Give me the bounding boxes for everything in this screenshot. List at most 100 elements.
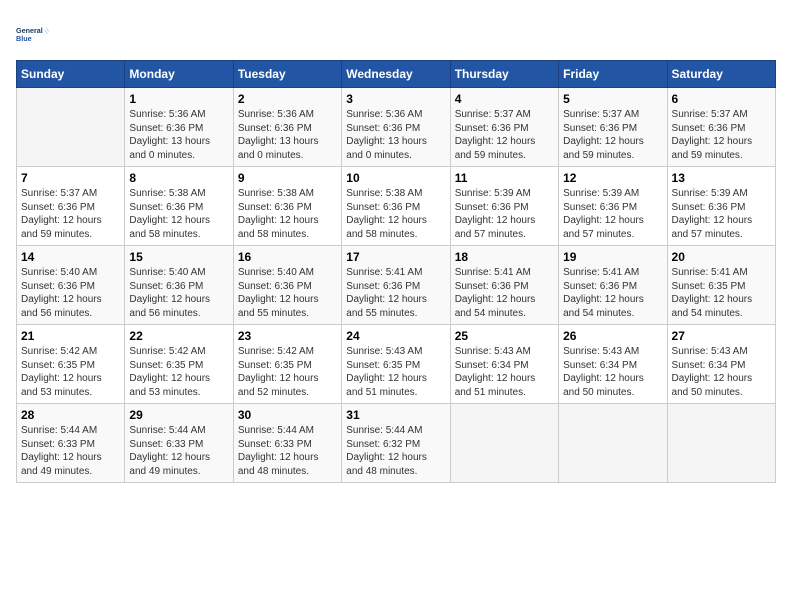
calendar-cell: 14 Sunrise: 5:40 AMSunset: 6:36 PMDayligh… [17,246,125,325]
day-of-week-header: Saturday [667,61,775,88]
day-info: Sunrise: 5:42 AMSunset: 6:35 PMDaylight:… [129,345,228,399]
calendar-cell: 7 Sunrise: 5:37 AMSunset: 6:36 PMDaylight… [17,167,125,246]
logo: GeneralBlue [16,16,52,52]
day-of-week-header: Sunday [17,61,125,88]
calendar-cell [450,404,558,483]
day-number: 18 [455,250,554,264]
day-info: Sunrise: 5:37 AMSunset: 6:36 PMDaylight:… [563,108,662,162]
day-number: 25 [455,329,554,343]
day-info: Sunrise: 5:39 AMSunset: 6:36 PMDaylight:… [672,187,771,241]
day-number: 8 [129,171,228,185]
calendar-cell: 6 Sunrise: 5:37 AMSunset: 6:36 PMDaylight… [667,88,775,167]
day-number: 14 [21,250,120,264]
day-number: 3 [346,92,445,106]
day-of-week-header: Tuesday [233,61,341,88]
day-info: Sunrise: 5:40 AMSunset: 6:36 PMDaylight:… [238,266,337,320]
calendar-cell: 4 Sunrise: 5:37 AMSunset: 6:36 PMDaylight… [450,88,558,167]
day-info: Sunrise: 5:37 AMSunset: 6:36 PMDaylight:… [21,187,120,241]
calendar-cell: 15 Sunrise: 5:40 AMSunset: 6:36 PMDayligh… [125,246,233,325]
calendar-cell: 12 Sunrise: 5:39 AMSunset: 6:36 PMDayligh… [559,167,667,246]
day-number: 5 [563,92,662,106]
day-info: Sunrise: 5:44 AMSunset: 6:33 PMDaylight:… [21,424,120,478]
day-info: Sunrise: 5:44 AMSunset: 6:33 PMDaylight:… [129,424,228,478]
calendar-cell: 28 Sunrise: 5:44 AMSunset: 6:33 PMDayligh… [17,404,125,483]
day-number: 28 [21,408,120,422]
day-number: 7 [21,171,120,185]
logo-icon: GeneralBlue [16,16,52,52]
day-info: Sunrise: 5:43 AMSunset: 6:34 PMDaylight:… [672,345,771,399]
calendar-cell: 23 Sunrise: 5:42 AMSunset: 6:35 PMDayligh… [233,325,341,404]
day-info: Sunrise: 5:37 AMSunset: 6:36 PMDaylight:… [672,108,771,162]
day-number: 19 [563,250,662,264]
day-info: Sunrise: 5:39 AMSunset: 6:36 PMDaylight:… [563,187,662,241]
calendar-header-row: SundayMondayTuesdayWednesdayThursdayFrid… [17,61,776,88]
day-info: Sunrise: 5:43 AMSunset: 6:35 PMDaylight:… [346,345,445,399]
day-info: Sunrise: 5:43 AMSunset: 6:34 PMDaylight:… [455,345,554,399]
day-number: 6 [672,92,771,106]
day-info: Sunrise: 5:44 AMSunset: 6:33 PMDaylight:… [238,424,337,478]
day-of-week-header: Thursday [450,61,558,88]
day-info: Sunrise: 5:41 AMSunset: 6:36 PMDaylight:… [455,266,554,320]
day-number: 22 [129,329,228,343]
day-info: Sunrise: 5:41 AMSunset: 6:36 PMDaylight:… [563,266,662,320]
day-number: 24 [346,329,445,343]
page-header: GeneralBlue [16,16,776,52]
day-info: Sunrise: 5:42 AMSunset: 6:35 PMDaylight:… [238,345,337,399]
calendar-cell: 29 Sunrise: 5:44 AMSunset: 6:33 PMDayligh… [125,404,233,483]
calendar-cell: 3 Sunrise: 5:36 AMSunset: 6:36 PMDaylight… [342,88,450,167]
calendar-cell: 1Sunrise: 5:36 AMSunset: 6:36 PMDaylight… [125,88,233,167]
day-info: Sunrise: 5:40 AMSunset: 6:36 PMDaylight:… [129,266,228,320]
calendar-cell [17,88,125,167]
day-number: 26 [563,329,662,343]
day-number: 12 [563,171,662,185]
calendar-cell: 21 Sunrise: 5:42 AMSunset: 6:35 PMDayligh… [17,325,125,404]
calendar-cell: 19 Sunrise: 5:41 AMSunset: 6:36 PMDayligh… [559,246,667,325]
calendar-cell: 22 Sunrise: 5:42 AMSunset: 6:35 PMDayligh… [125,325,233,404]
day-number: 27 [672,329,771,343]
day-number: 10 [346,171,445,185]
day-of-week-header: Wednesday [342,61,450,88]
day-number: 15 [129,250,228,264]
day-number: 11 [455,171,554,185]
svg-text:Blue: Blue [16,34,32,43]
calendar-cell: 2 Sunrise: 5:36 AMSunset: 6:36 PMDaylight… [233,88,341,167]
day-info: Sunrise: 5:37 AMSunset: 6:36 PMDaylight:… [455,108,554,162]
day-number: 30 [238,408,337,422]
calendar-cell: 9Sunrise: 5:38 AMSunset: 6:36 PMDaylight… [233,167,341,246]
day-number: 20 [672,250,771,264]
day-number: 2 [238,92,337,106]
day-of-week-header: Friday [559,61,667,88]
calendar-cell: 31 Sunrise: 5:44 AMSunset: 6:32 PMDayligh… [342,404,450,483]
day-number: 29 [129,408,228,422]
calendar-cell: 20 Sunrise: 5:41 AMSunset: 6:35 PMDayligh… [667,246,775,325]
day-number: 23 [238,329,337,343]
calendar-cell: 11 Sunrise: 5:39 AMSunset: 6:36 PMDayligh… [450,167,558,246]
day-number: 21 [21,329,120,343]
day-info: Sunrise: 5:41 AMSunset: 6:36 PMDaylight:… [346,266,445,320]
calendar-cell: 24 Sunrise: 5:43 AMSunset: 6:35 PMDayligh… [342,325,450,404]
day-info: Sunrise: 5:41 AMSunset: 6:35 PMDaylight:… [672,266,771,320]
calendar-cell: 18 Sunrise: 5:41 AMSunset: 6:36 PMDayligh… [450,246,558,325]
day-info: Sunrise: 5:36 AMSunset: 6:36 PMDaylight:… [129,108,228,162]
day-number: 4 [455,92,554,106]
calendar-week-row: 1Sunrise: 5:36 AMSunset: 6:36 PMDaylight… [17,88,776,167]
calendar-week-row: 28 Sunrise: 5:44 AMSunset: 6:33 PMDayligh… [17,404,776,483]
day-info: Sunrise: 5:40 AMSunset: 6:36 PMDaylight:… [21,266,120,320]
calendar-cell: 16Sunrise: 5:40 AMSunset: 6:36 PMDayligh… [233,246,341,325]
day-info: Sunrise: 5:38 AMSunset: 6:36 PMDaylight:… [129,187,228,241]
calendar-cell: 27 Sunrise: 5:43 AMSunset: 6:34 PMDayligh… [667,325,775,404]
day-info: Sunrise: 5:42 AMSunset: 6:35 PMDaylight:… [21,345,120,399]
day-info: Sunrise: 5:44 AMSunset: 6:32 PMDaylight:… [346,424,445,478]
day-info: Sunrise: 5:39 AMSunset: 6:36 PMDaylight:… [455,187,554,241]
day-number: 31 [346,408,445,422]
calendar-cell: 8 Sunrise: 5:38 AMSunset: 6:36 PMDaylight… [125,167,233,246]
day-info: Sunrise: 5:36 AMSunset: 6:36 PMDaylight:… [238,108,337,162]
day-info: Sunrise: 5:36 AMSunset: 6:36 PMDaylight:… [346,108,445,162]
day-info: Sunrise: 5:38 AMSunset: 6:36 PMDaylight:… [238,187,337,241]
day-info: Sunrise: 5:43 AMSunset: 6:34 PMDaylight:… [563,345,662,399]
calendar-cell [667,404,775,483]
calendar-cell: 26 Sunrise: 5:43 AMSunset: 6:34 PMDayligh… [559,325,667,404]
calendar-cell: 25 Sunrise: 5:43 AMSunset: 6:34 PMDayligh… [450,325,558,404]
calendar-cell: 17Sunrise: 5:41 AMSunset: 6:36 PMDayligh… [342,246,450,325]
calendar-cell: 10Sunrise: 5:38 AMSunset: 6:36 PMDayligh… [342,167,450,246]
